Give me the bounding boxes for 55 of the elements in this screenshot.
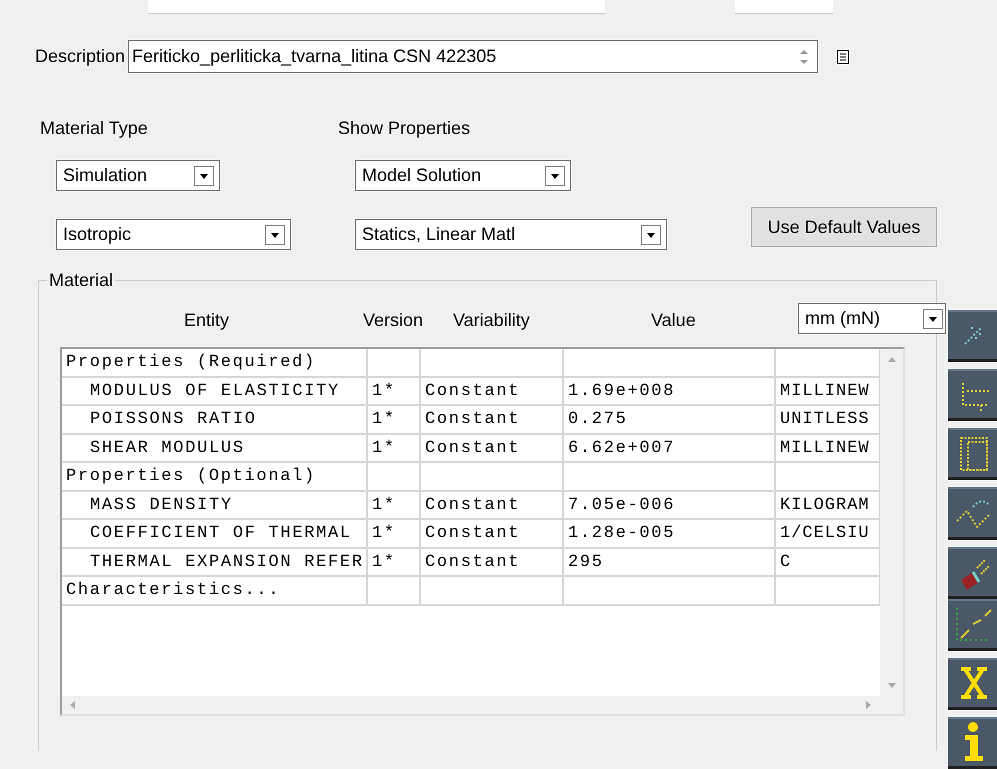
table-cell: Constant: [421, 406, 564, 434]
units-dropdown[interactable]: mm (mN): [798, 303, 946, 334]
description-label: Description: [35, 46, 126, 67]
toolbar-button[interactable]: [948, 716, 997, 769]
description-field[interactable]: Feriticko_perliticka_tvarna_litina CSN 422305: [128, 40, 818, 73]
use-default-values-button[interactable]: Use Default Values: [751, 207, 937, 247]
table-cell: POISSONS RATIO: [62, 406, 368, 434]
table-cell: 295: [564, 548, 776, 577]
input-field[interactable]: [735, 0, 833, 14]
table-cell: Constant: [421, 520, 564, 548]
table-cell: Constant: [421, 548, 564, 577]
table-cell: [368, 349, 421, 378]
toolbar-button[interactable]: [948, 598, 997, 651]
material-type-label: Material Type: [40, 118, 149, 139]
table-cell: COEFFICIENT OF THERMAL: [62, 520, 368, 548]
toolbar-button[interactable]: [948, 487, 997, 540]
table-cell: Properties (Optional): [62, 463, 368, 492]
table-cell: MASS DENSITY: [62, 492, 368, 520]
table-cell: Properties (Required): [62, 349, 368, 378]
table-cell: 1*: [368, 406, 421, 434]
dropdown[interactable]: Simulation: [56, 160, 220, 191]
table-cell: 7.05e-006: [564, 492, 776, 520]
column-header: Value: [651, 310, 696, 330]
document-icon[interactable]: [836, 48, 850, 64]
table-cell: 6.62e+007: [564, 434, 776, 463]
dropdown[interactable]: Statics, Linear Matl: [355, 219, 667, 250]
table-cell: 1*: [368, 492, 421, 520]
table-cell: [368, 577, 421, 606]
table-cell: SHEAR MODULUS: [62, 434, 368, 463]
dropdown[interactable]: Isotropic: [56, 219, 291, 250]
input-field[interactable]: [148, 0, 605, 14]
table-cell: Constant: [421, 378, 564, 406]
dropdown[interactable]: Model Solution: [355, 160, 571, 191]
table-cell: 0.275: [564, 406, 776, 434]
table-cell: Characteristics...: [62, 577, 368, 606]
column-header: Variability: [453, 310, 530, 330]
toolbar-button[interactable]: [948, 546, 997, 599]
column-header: Entity: [184, 310, 230, 330]
table-cell: [368, 463, 421, 492]
table-cell: 1*: [368, 434, 421, 463]
column-header: Version: [363, 310, 424, 330]
table-cell: Constant: [421, 492, 564, 520]
table-cell: THERMAL EXPANSION REFER: [62, 548, 368, 577]
show-properties-label: Show Properties: [338, 118, 472, 139]
table-cell: 1*: [368, 520, 421, 548]
toolbar-button[interactable]: [948, 658, 997, 710]
table-cell: 1*: [368, 378, 421, 406]
toolbar-button[interactable]: [948, 428, 997, 480]
toolbar-button[interactable]: [948, 310, 997, 362]
table-cell: MODULUS OF ELASTICITY: [62, 378, 368, 406]
toolbar-button[interactable]: [948, 369, 997, 422]
table-cell: Constant: [421, 434, 564, 463]
table-cell: 1.69e+008: [564, 378, 776, 406]
table-cell: 1*: [368, 548, 421, 577]
table-cell: 1.28e-005: [564, 520, 776, 548]
